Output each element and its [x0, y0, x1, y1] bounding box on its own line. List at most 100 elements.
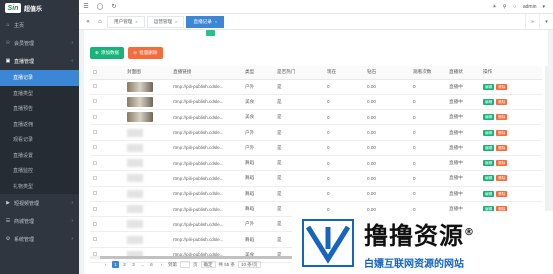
- double-left-icon[interactable]: «: [83, 19, 93, 25]
- table-row[interactable]: rtmp://pili-publish.cdsle...美食是00.000直播中…: [90, 109, 542, 126]
- row-checkbox[interactable]: [90, 216, 124, 233]
- add-data-button[interactable]: ⊕ 添加数据: [90, 47, 125, 59]
- batch-delete-button[interactable]: ⊖ 批量删除: [128, 47, 163, 59]
- menu-toggle-icon[interactable]: ☰: [79, 3, 93, 10]
- search-button[interactable]: [206, 30, 215, 36]
- delete-button[interactable]: 删除: [496, 129, 508, 136]
- sidebar-item[interactable]: ▣ 直播管理 ‹: [0, 52, 79, 70]
- sidebar-subitem[interactable]: 直播监控: [0, 163, 79, 179]
- edit-button[interactable]: 编辑: [483, 190, 495, 197]
- refresh-icon[interactable]: ↻: [107, 3, 121, 10]
- delete-button[interactable]: 删除: [496, 144, 508, 151]
- close-icon[interactable]: ×: [215, 19, 217, 24]
- live-link: rtmp://pili-publish.cdsle...: [170, 79, 242, 95]
- next-page-button[interactable]: ›: [158, 261, 165, 268]
- row-checkbox[interactable]: [90, 186, 124, 202]
- page-number[interactable]: 3: [130, 261, 137, 268]
- theme-icon[interactable]: ☀: [492, 4, 496, 10]
- prev-page-button[interactable]: ‹: [102, 261, 109, 268]
- delete-button[interactable]: 删除: [496, 114, 508, 121]
- admin-username[interactable]: admin: [523, 4, 537, 10]
- table-row[interactable]: rtmp://pili-publish.cdsle...舞蹈是00.000直播中…: [90, 155, 542, 172]
- home-icon[interactable]: ⌂: [95, 19, 105, 25]
- sidebar-subitem[interactable]: 直播设置: [0, 147, 79, 163]
- row-checkbox[interactable]: [90, 79, 124, 95]
- sidebar-subitem[interactable]: 直播预告: [0, 101, 79, 117]
- cover-image: [127, 112, 153, 123]
- edit-button[interactable]: 编辑: [483, 160, 495, 167]
- bell-icon[interactable]: ♢: [512, 4, 516, 10]
- table-row[interactable]: rtmp://pili-publish.cdsle...舞蹈是00.000直播中…: [90, 170, 542, 187]
- cover-thumbnail: [124, 155, 170, 172]
- sidebar-subitem[interactable]: 观看记录: [0, 132, 79, 148]
- close-icon[interactable]: ×: [135, 19, 137, 24]
- cover-image: [127, 189, 143, 198]
- live-status: 直播中: [446, 170, 480, 187]
- page-number[interactable]: 2: [121, 261, 128, 268]
- row-actions: 编辑删除: [480, 94, 542, 111]
- cover-image: [127, 205, 143, 214]
- tab[interactable]: 直播记录 ×: [186, 15, 225, 28]
- live-status: 直播中: [446, 186, 480, 202]
- sidebar-item-icon: ▣: [5, 58, 11, 64]
- globe-icon[interactable]: ◯: [93, 3, 107, 10]
- page-size-select[interactable]: 10 条/页: [238, 261, 261, 268]
- sidebar-subitem[interactable]: 礼物类型: [0, 178, 79, 194]
- row-checkbox[interactable]: [90, 94, 124, 111]
- sidebar-subitem[interactable]: 直播记录: [0, 70, 79, 86]
- delete-button[interactable]: 删除: [496, 190, 508, 197]
- tab[interactable]: 用户管理 ×: [107, 15, 145, 28]
- tab[interactable]: 运营管理 ×: [146, 15, 185, 28]
- edit-button[interactable]: 编辑: [483, 98, 495, 105]
- select-all-checkbox[interactable]: [90, 66, 124, 80]
- chevron-icon: ‹: [71, 58, 73, 64]
- edit-button[interactable]: 编辑: [483, 114, 495, 121]
- row-checkbox[interactable]: [90, 201, 124, 218]
- page-number[interactable]: 6: [148, 261, 155, 268]
- row-checkbox[interactable]: [90, 124, 124, 141]
- delete-button[interactable]: 删除: [496, 160, 508, 167]
- delete-button[interactable]: 删除: [496, 175, 508, 182]
- row-checkbox[interactable]: [90, 155, 124, 172]
- page-number[interactable]: 1: [112, 261, 119, 268]
- goto-page-input[interactable]: [180, 261, 190, 268]
- sidebar-item[interactable]: ⚙ 系统管理 ›: [0, 230, 79, 248]
- sidebar-item[interactable]: ⌂ 主页: [0, 16, 79, 34]
- edit-button[interactable]: 编辑: [483, 144, 495, 151]
- lock-icon[interactable]: ⚲: [503, 4, 507, 10]
- edit-button[interactable]: 编辑: [483, 175, 495, 182]
- current-value: 0: [324, 94, 364, 111]
- table-row[interactable]: rtmp://pili-publish.cdsle...户外是00.000直播中…: [90, 79, 542, 95]
- confirm-button[interactable]: 确定: [200, 261, 216, 268]
- table-row[interactable]: rtmp://pili-publish.cdsle...户外是00.000直播中…: [90, 124, 542, 141]
- sidebar-item[interactable]: ▶ 短视频管理 ›: [0, 194, 79, 212]
- sidebar-item[interactable]: ☰ 商城管理 ›: [0, 212, 79, 230]
- registered-mark: ®: [464, 226, 475, 238]
- close-icon[interactable]: ×: [175, 19, 177, 24]
- chevron-down-icon[interactable]: ▾: [542, 4, 545, 10]
- delete-button[interactable]: 删除: [496, 83, 508, 90]
- sidebar-subitem[interactable]: 直播类型: [0, 85, 79, 101]
- edit-button[interactable]: 编辑: [483, 129, 495, 136]
- tab-menu-icon[interactable]: ▾: [539, 13, 553, 30]
- total-count: 共 55 条: [218, 261, 236, 267]
- row-checkbox[interactable]: [90, 109, 124, 126]
- column-header: 观看次数: [410, 66, 446, 80]
- view-count: 0: [410, 124, 446, 141]
- sidebar-item[interactable]: ☉ 会员管理 ›: [0, 34, 79, 52]
- sidebar-subitem[interactable]: 直播返佣: [0, 116, 79, 132]
- row-checkbox[interactable]: [90, 140, 124, 156]
- double-right-icon[interactable]: »: [525, 13, 539, 30]
- chevron-icon: ›: [71, 200, 73, 206]
- edit-button[interactable]: 编辑: [483, 83, 495, 90]
- table-row[interactable]: rtmp://pili-publish.cdsle...美食是00.000直播中…: [90, 94, 542, 111]
- cover-image: [127, 81, 153, 92]
- row-checkbox[interactable]: [90, 170, 124, 187]
- row-checkbox[interactable]: [90, 231, 124, 248]
- page-number[interactable]: ...: [139, 261, 146, 268]
- delete-button[interactable]: 删除: [496, 98, 508, 105]
- current-value: 0: [324, 140, 364, 156]
- table-row[interactable]: rtmp://pili-publish.cdsle...户外是00.000直播中…: [90, 140, 542, 156]
- app-logo[interactable]: Sin 超值乐: [0, 0, 79, 16]
- table-row[interactable]: rtmp://pili-publish.cdsle...舞蹈是00.000直播中…: [90, 186, 542, 202]
